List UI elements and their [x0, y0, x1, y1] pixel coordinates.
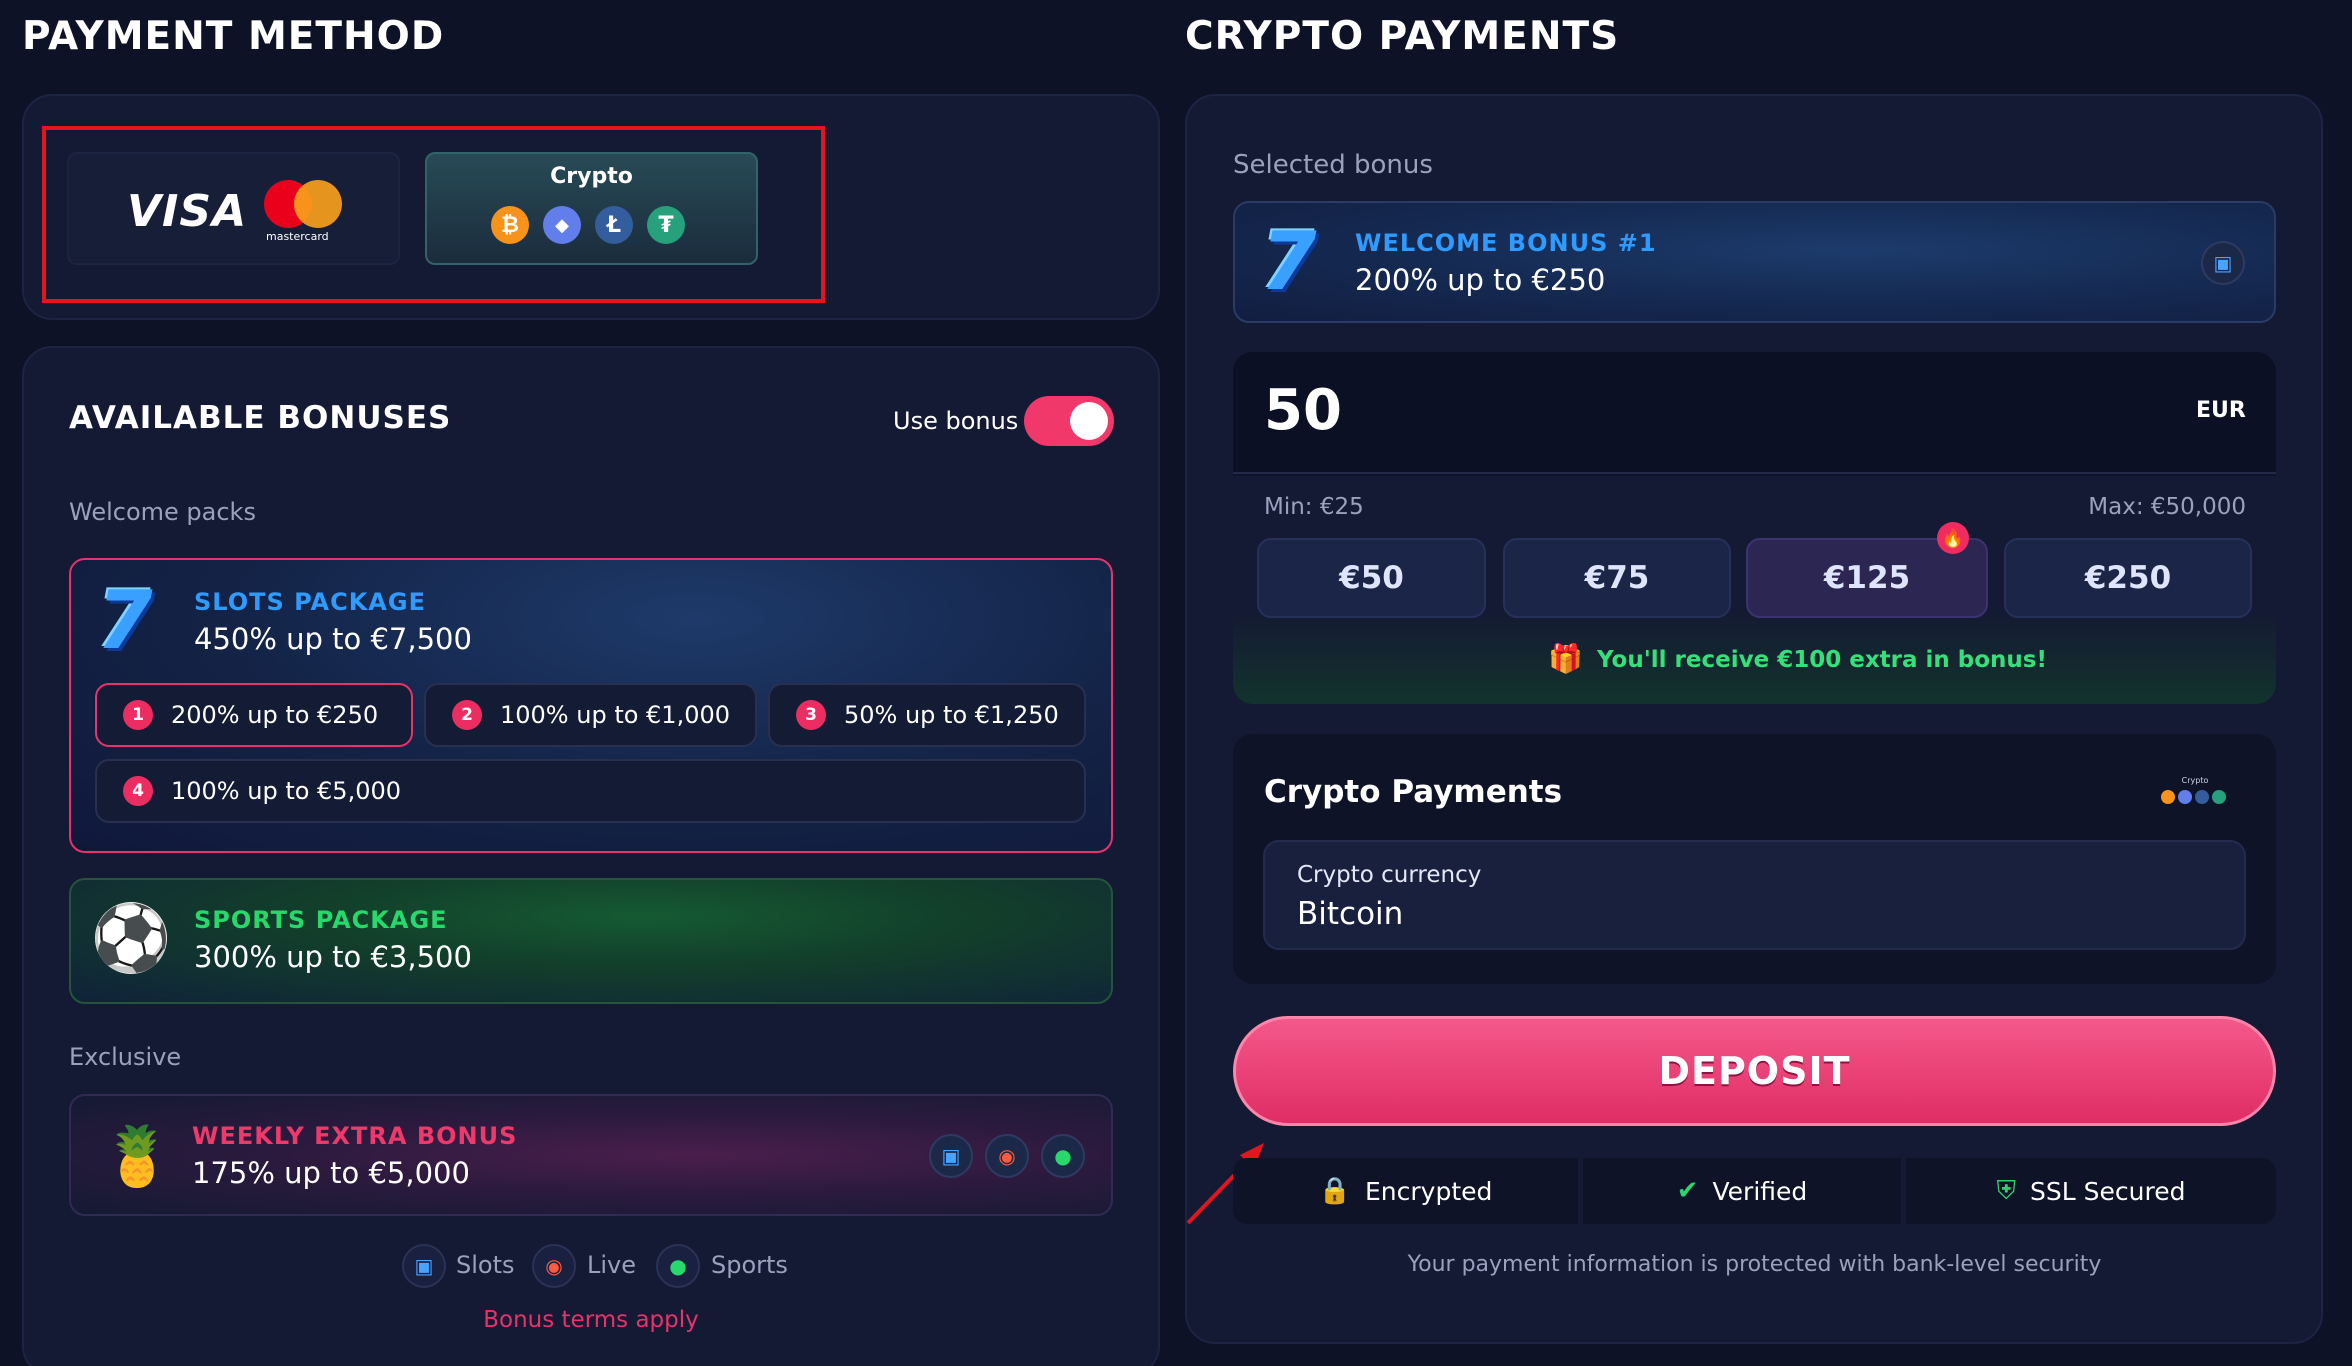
tether-mini-icon	[2212, 790, 2226, 804]
tier-label: 200% up to €250	[171, 701, 379, 729]
security-note: Your payment information is protected wi…	[1407, 1252, 2102, 1277]
sports-package-subtitle: 300% up to €3,500	[194, 940, 472, 974]
verified-badge: ✔ Verified	[1583, 1158, 1901, 1224]
amount-option-75[interactable]: €75	[1503, 538, 1731, 618]
litecoin-mini-icon	[2195, 790, 2209, 804]
ssl-label: SSL Secured	[2030, 1176, 2186, 1206]
amount-option-50[interactable]: €50	[1257, 538, 1486, 618]
use-bonus-label: Use bonus	[893, 407, 1019, 435]
crypto-payments-heading: CRYPTO PAYMENTS	[1185, 14, 1620, 59]
verified-label: Verified	[1712, 1176, 1808, 1206]
crypto-currency-label: Crypto currency	[1297, 862, 1482, 888]
ssl-badge: ⛨ SSL Secured	[1906, 1158, 2276, 1224]
verified-check-icon: ✔	[1676, 1176, 1699, 1206]
crypto-mini-logo-label: Crypto	[2181, 776, 2209, 785]
gift-icon: 🎁	[1548, 642, 1583, 675]
lock-icon: 🔒	[1318, 1176, 1351, 1206]
tier-number-badge: 2	[452, 700, 482, 730]
slots-category-icon: ▣	[929, 1134, 973, 1178]
amount-max: Max: €50,000	[2088, 494, 2246, 520]
payment-method-heading: PAYMENT METHOD	[22, 14, 445, 59]
deposit-button[interactable]: DEPOSIT	[1233, 1016, 2276, 1126]
slots-footer-label: Slots	[456, 1251, 515, 1279]
exclusive-label: Exclusive	[69, 1043, 182, 1071]
weekly-bonus-title: WEEKLY EXTRA BONUS	[192, 1122, 518, 1150]
annotation-highlight-box	[42, 126, 825, 303]
toggle-knob	[1070, 402, 1108, 440]
welcome-packs-label: Welcome packs	[69, 498, 256, 526]
amount-min: Min: €25	[1264, 494, 1364, 520]
weekly-bonus-subtitle: 175% up to €5,000	[192, 1156, 470, 1190]
sports-package-title: SPORTS PACKAGE	[194, 906, 448, 934]
bonus-extra-text: You'll receive €100 extra in bonus!	[1597, 647, 2047, 673]
sports-footer-label: Sports	[711, 1251, 788, 1279]
tier-label: 100% up to €1,000	[500, 701, 731, 729]
tier-label: 50% up to €1,250	[844, 701, 1059, 729]
tier-label: 100% up to €5,000	[171, 777, 402, 805]
fire-icon: 🔥	[1937, 522, 1969, 554]
sports-category-icon: ●	[1041, 1134, 1085, 1178]
tier-number-badge: 3	[796, 700, 826, 730]
amount-currency: EUR	[2196, 398, 2246, 423]
soccer-ball-icon: ⚽	[91, 901, 171, 976]
selected-bonus-title: WELCOME BONUS #1	[1355, 229, 1657, 257]
encrypted-label: Encrypted	[1364, 1176, 1493, 1206]
sports-icon: ●	[656, 1244, 700, 1288]
amount-input-area[interactable]	[1233, 352, 2276, 474]
shield-icon: ⛨	[1996, 1175, 2017, 1206]
live-icon: ◉	[532, 1244, 576, 1288]
slots-tier-4[interactable]: 4 100% up to €5,000	[95, 759, 1086, 823]
tier-number-badge: 1	[123, 700, 153, 730]
selected-bonus-card[interactable]: 7 WELCOME BONUS #1 200% up to €250 ▣	[1233, 201, 2276, 323]
sports-package-card[interactable]: ⚽ SPORTS PACKAGE 300% up to €3,500	[69, 878, 1113, 1004]
bitcoin-mini-icon	[2161, 790, 2175, 804]
ethereum-mini-icon	[2178, 790, 2192, 804]
weekly-extra-bonus-card[interactable]: 🍍 WEEKLY EXTRA BONUS 175% up to €5,000 ▣…	[69, 1094, 1113, 1216]
lucky-seven-icon: 7	[97, 574, 153, 667]
tier-number-badge: 4	[123, 776, 153, 806]
slots-category-icon: ▣	[2201, 241, 2245, 285]
bonus-terms-link[interactable]: Bonus terms apply	[0, 1307, 1182, 1333]
selected-bonus-subtitle: 200% up to €250	[1355, 263, 1606, 297]
slots-package-title: SLOTS PACKAGE	[194, 588, 426, 616]
slots-tier-1[interactable]: 1 200% up to €250	[95, 683, 413, 747]
slots-icon: ▣	[402, 1244, 446, 1288]
pineapple-icon: 🍍	[101, 1122, 174, 1190]
lucky-seven-icon: 7	[1261, 215, 1317, 308]
slots-package-subtitle: 450% up to €7,500	[194, 622, 472, 656]
live-category-icon: ◉	[985, 1134, 1029, 1178]
bonuses-heading: AVAILABLE BONUSES	[69, 400, 452, 436]
crypto-payments-title: Crypto Payments	[1264, 774, 1563, 810]
slots-tier-3[interactable]: 3 50% up to €1,250	[768, 683, 1086, 747]
encrypted-badge: 🔒 Encrypted	[1233, 1158, 1578, 1224]
crypto-currency-value: Bitcoin	[1297, 896, 1404, 932]
crypto-currency-select[interactable]: Crypto currency Bitcoin	[1263, 840, 2246, 950]
amount-option-250[interactable]: €250	[2004, 538, 2252, 618]
amount-input-value[interactable]: 50	[1264, 378, 1342, 443]
use-bonus-toggle[interactable]	[1024, 396, 1114, 446]
slots-tier-2[interactable]: 2 100% up to €1,000	[424, 683, 757, 747]
selected-bonus-label: Selected bonus	[1233, 150, 1433, 180]
live-footer-label: Live	[587, 1251, 637, 1279]
